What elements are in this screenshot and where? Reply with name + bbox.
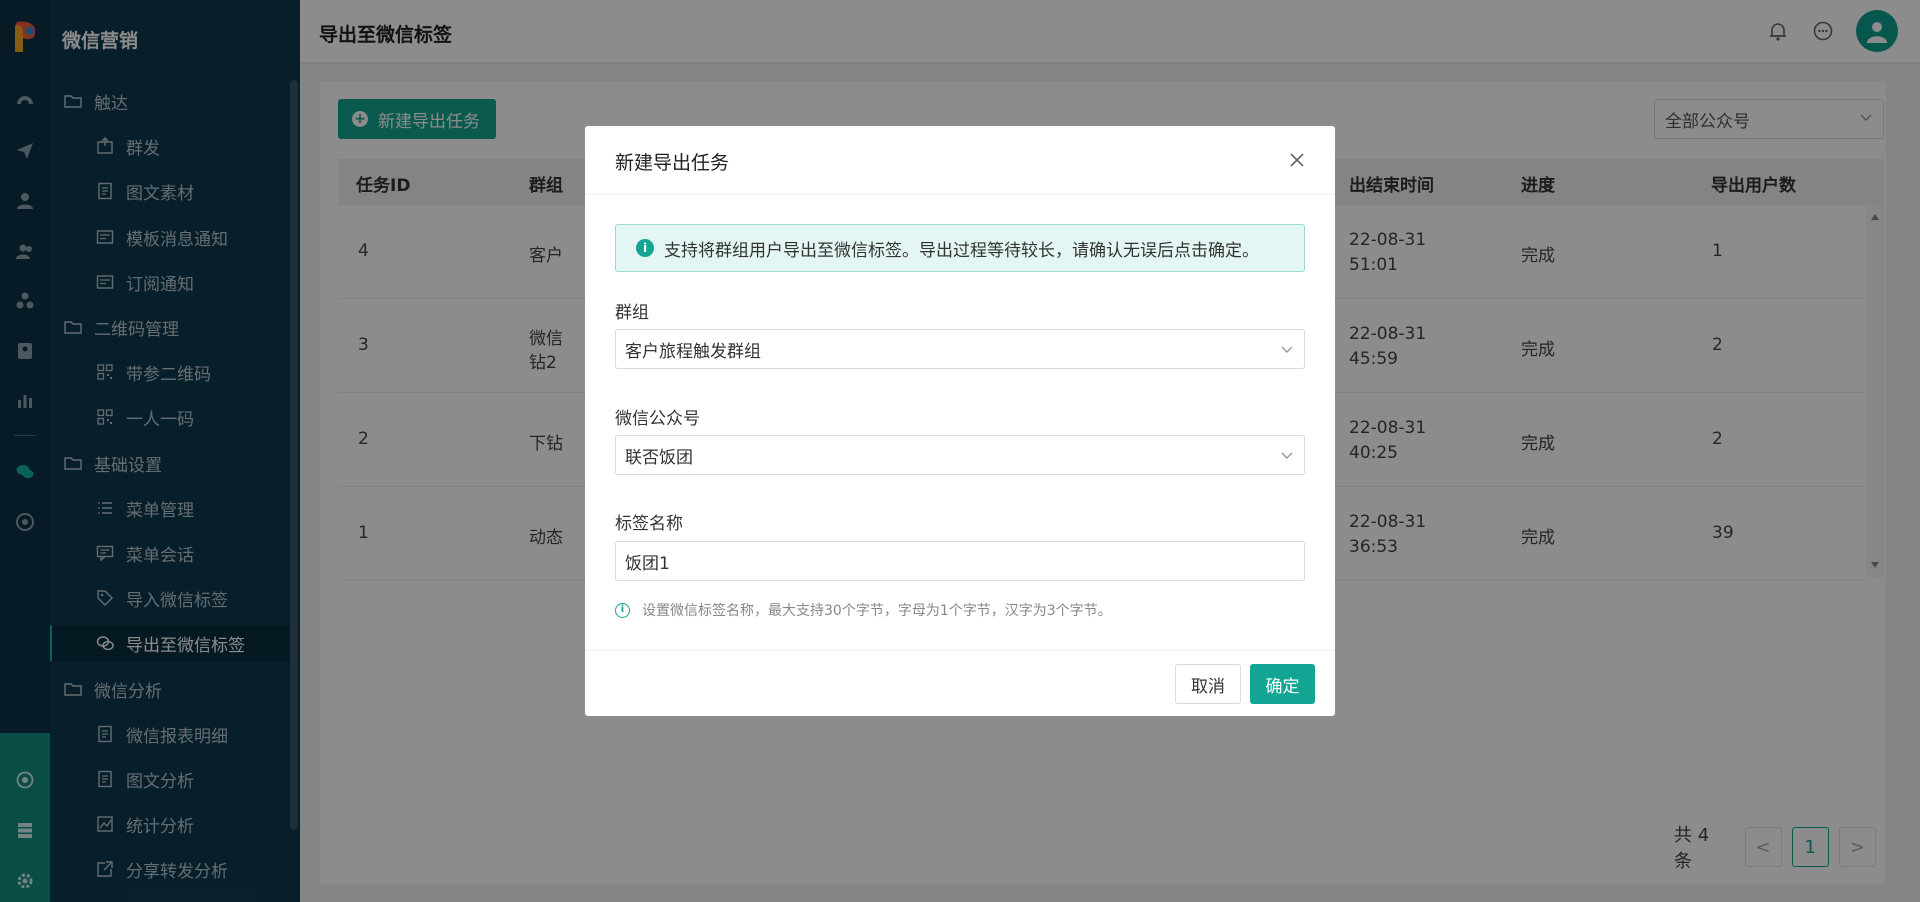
group-select-value: 客户旅程触发群组 <box>625 341 761 362</box>
tag-name-field-label: 标签名称 <box>615 514 683 534</box>
info-icon: i <box>636 239 654 257</box>
dialog-title: 新建导出任务 <box>615 152 730 174</box>
tag-name-input[interactable]: 饭团1 <box>615 541 1305 581</box>
chevron-down-icon <box>1281 346 1293 353</box>
chevron-down-icon <box>1281 452 1293 459</box>
info-alert: i 支持将群组用户导出至微信标签。导出过程等待较长，请确认无误后点击确定。 <box>615 224 1305 272</box>
info-outline-icon: i <box>615 602 630 618</box>
dialog-footer-divider <box>585 650 1335 651</box>
tag-name-hint: i 设置微信标签名称，最大支持30个字节，字母为1个字节，汉字为3个字节。 <box>615 600 1112 620</box>
close-icon[interactable] <box>1287 150 1307 170</box>
group-select[interactable]: 客户旅程触发群组 <box>615 329 1305 369</box>
group-field-label: 群组 <box>615 303 649 323</box>
tag-name-input-value: 饭团1 <box>625 553 670 574</box>
account-select[interactable]: 联否饭团 <box>615 435 1305 475</box>
account-field-label: 微信公众号 <box>615 409 700 429</box>
tag-name-hint-text: 设置微信标签名称，最大支持30个字节，字母为1个字节，汉字为3个字节。 <box>642 603 1112 619</box>
cancel-button[interactable]: 取消 <box>1175 664 1241 704</box>
new-export-task-dialog: 新建导出任务 i 支持将群组用户导出至微信标签。导出过程等待较长，请确认无误后点… <box>585 126 1335 716</box>
confirm-button[interactable]: 确定 <box>1250 664 1315 704</box>
account-select-value: 联否饭团 <box>625 447 693 468</box>
info-alert-text: 支持将群组用户导出至微信标签。导出过程等待较长，请确认无误后点击确定。 <box>664 240 1259 261</box>
dialog-header-divider <box>585 194 1335 195</box>
